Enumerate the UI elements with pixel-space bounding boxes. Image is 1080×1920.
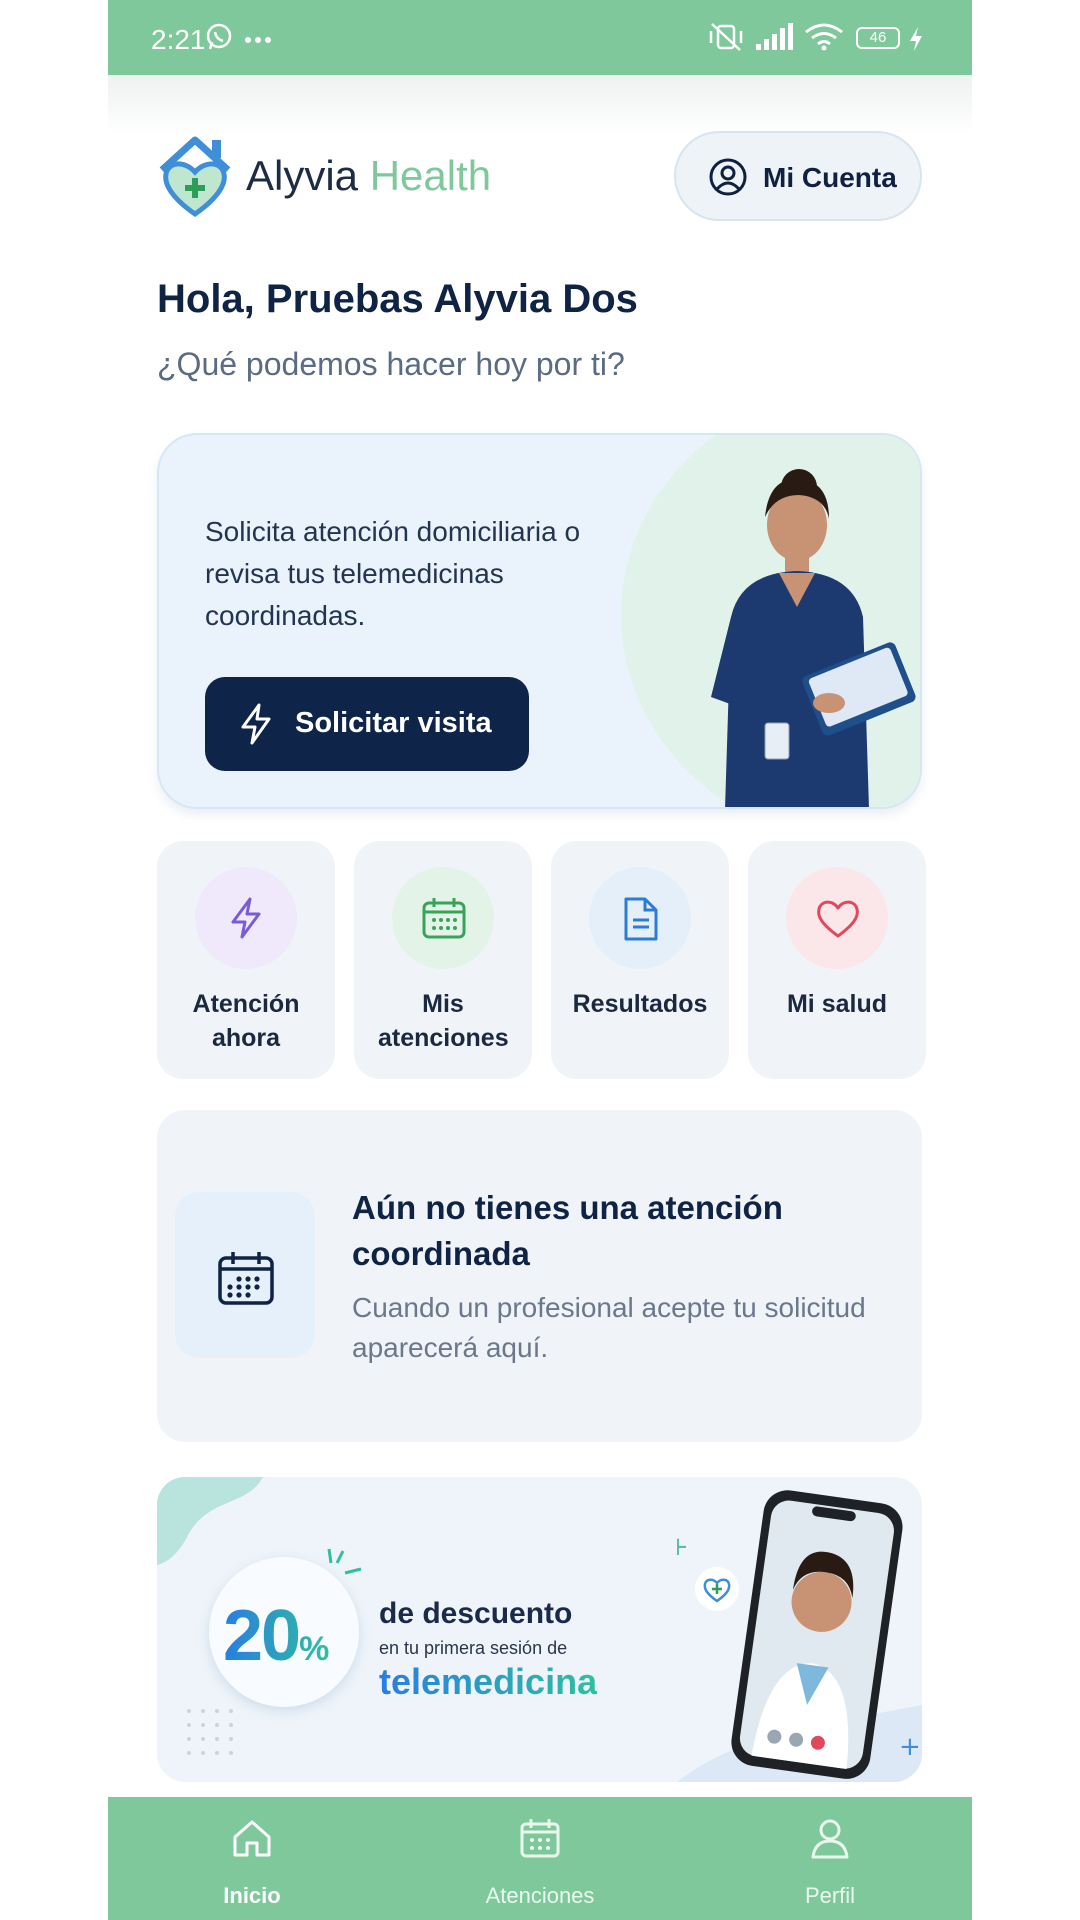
- no-appointment-card: Aún no tienes una atención coordinada Cu…: [157, 1110, 922, 1442]
- empty-state-title: Aún no tienes una atención coordinada: [352, 1189, 783, 1272]
- user-circle-icon: [709, 158, 747, 196]
- bottom-navigation: Inicio Atenciones Perfil: [108, 1797, 972, 1920]
- user-icon: [811, 1819, 849, 1859]
- brand-name-first: Alyvia: [246, 152, 359, 199]
- tile-label: Mis atenciones: [378, 990, 509, 1052]
- tile-icon-circle: [786, 867, 888, 969]
- document-icon: [624, 897, 658, 941]
- svg-text:+: +: [677, 1532, 689, 1562]
- empty-state-description: Cuando un profesional acepte tu solicitu…: [352, 1292, 866, 1363]
- promo-line-3: telemedicina: [379, 1661, 598, 1702]
- whatsapp-icon: [206, 23, 232, 50]
- nav-appointments[interactable]: Atenciones: [440, 1797, 640, 1920]
- tile-label: Resultados: [572, 990, 708, 1018]
- calendar-icon: [218, 1252, 274, 1305]
- my-account-button[interactable]: Mi Cuenta: [674, 131, 922, 221]
- nav-appointments-label: Atenciones: [485, 1883, 595, 1908]
- lightning-icon: [231, 897, 261, 939]
- home-icon: [233, 1820, 271, 1857]
- promo-line-2: en tu primera sesión de: [379, 1638, 568, 1658]
- tile-results[interactable]: Resultados: [551, 841, 729, 1079]
- nurse-illustration: [711, 469, 916, 807]
- battery-level: 46: [869, 29, 887, 46]
- empty-state-icon-box: [175, 1192, 315, 1358]
- charging-icon: [910, 27, 922, 51]
- my-account-label: Mi Cuenta: [763, 162, 897, 193]
- vibrate-off-icon: [709, 23, 743, 51]
- brand-name-second: Health: [369, 152, 492, 199]
- wifi-icon: [805, 23, 843, 51]
- telemedicine-promo-banner[interactable]: 20% de descuento en tu primera sesión de…: [157, 1477, 922, 1782]
- tile-icon-circle: [392, 867, 494, 969]
- tile-attention-now[interactable]: Atención ahora: [157, 841, 335, 1079]
- tile-label: Mi salud: [786, 990, 887, 1018]
- request-visit-label: Solicitar visita: [295, 707, 492, 739]
- tile-label: Atención ahora: [192, 990, 300, 1052]
- decorative-dots: [187, 1709, 233, 1755]
- battery-icon: 46: [856, 27, 900, 49]
- header-shadow: [108, 75, 972, 135]
- tile-icon-circle: [589, 867, 691, 969]
- greeting-subtitle: ¿Qué podemos hacer hoy por ti?: [157, 346, 625, 382]
- tile-my-appointments[interactable]: Mis atenciones: [354, 841, 532, 1079]
- nav-profile[interactable]: Perfil: [730, 1797, 930, 1920]
- hero-text: Solicita atención domiciliaria o revisa …: [205, 516, 581, 631]
- status-bar: 2:21 46: [108, 0, 972, 75]
- home-visit-card: Solicita atención domiciliaria o revisa …: [157, 433, 922, 809]
- video-call-phone-illustration: + +: [677, 1490, 922, 1782]
- promo-line-1: de descuento: [379, 1597, 573, 1630]
- nav-home-label: Inicio: [223, 1883, 281, 1908]
- status-time: 2:21: [151, 24, 206, 55]
- brand-name: Alyvia Health: [246, 152, 491, 200]
- signal-icon: [756, 23, 793, 50]
- discount-sign: %: [299, 1630, 330, 1668]
- discount-percent: 20%: [223, 1595, 329, 1677]
- request-visit-button[interactable]: Solicitar visita: [205, 677, 529, 771]
- more-notifications-icon: [245, 37, 271, 43]
- lightning-icon: [241, 703, 271, 745]
- nav-profile-label: Perfil: [804, 1883, 856, 1908]
- svg-text:+: +: [899, 1732, 921, 1762]
- calendar-icon: [422, 898, 466, 939]
- discount-number: 20: [223, 1596, 300, 1676]
- heart-icon: [817, 900, 859, 938]
- decorative-corner-shape: [157, 1477, 263, 1565]
- tile-icon-circle: [195, 867, 297, 969]
- nav-home[interactable]: Inicio: [152, 1797, 352, 1920]
- calendar-icon: [520, 1819, 560, 1858]
- alyvia-logo-icon: [159, 136, 231, 218]
- app-screen: 2:21 46 Alyvia Health Mi Cuenta Hola, Pr…: [108, 0, 972, 1920]
- tile-my-health[interactable]: Mi salud: [748, 841, 926, 1079]
- greeting-title: Hola, Pruebas Alyvia Dos: [157, 277, 638, 321]
